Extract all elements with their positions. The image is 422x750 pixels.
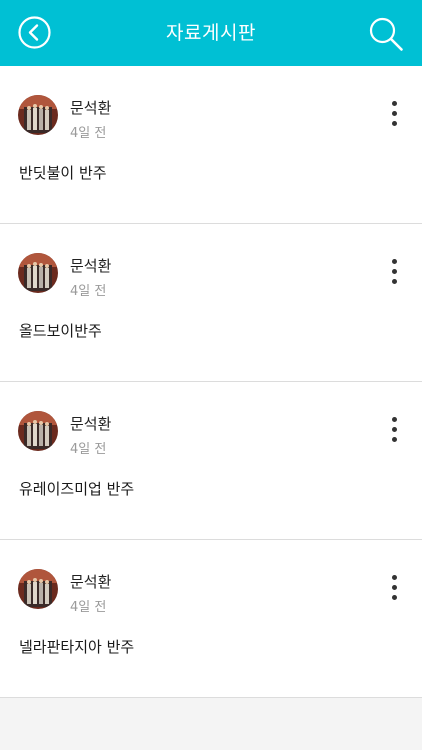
avatar[interactable] [18,411,58,451]
avatar[interactable] [18,569,58,609]
post-title[interactable]: 유레이즈미업 반주 [19,478,134,499]
author-name: 문석환 [70,573,112,591]
more-button[interactable] [384,415,406,445]
author-name: 문석환 [70,99,112,117]
search-button[interactable] [368,16,404,52]
avatar[interactable] [18,253,58,293]
author-name: 문석환 [70,415,112,433]
avatar[interactable] [18,95,58,135]
post-list: 문석환 4일 전 반딧불이 반주 문석환 4일 전 올드보이반주 문석환 4일 … [0,66,422,698]
more-vertical-icon [392,259,397,264]
post-title[interactable]: 넬라판타지아 반주 [19,636,134,657]
more-button[interactable] [384,573,406,603]
post-card[interactable]: 문석환 4일 전 반딧불이 반주 [0,66,422,224]
author-name: 문석환 [70,257,112,275]
post-card[interactable]: 문석환 4일 전 올드보이반주 [0,224,422,382]
more-vertical-icon [392,417,397,422]
more-vertical-icon [392,575,397,580]
app-header: 자료게시판 [0,0,422,66]
search-icon [369,17,403,51]
post-title[interactable]: 올드보이반주 [19,320,102,341]
post-title[interactable]: 반딧불이 반주 [19,162,107,183]
more-button[interactable] [384,99,406,129]
page-title: 자료게시판 [166,22,256,44]
user-avatar-photo [18,569,58,609]
more-vertical-icon [392,101,397,106]
post-time: 4일 전 [70,126,107,141]
post-time: 4일 전 [70,600,107,615]
post-time: 4일 전 [70,284,107,299]
post-time: 4일 전 [70,442,107,457]
post-card[interactable]: 문석환 4일 전 넬라판타지아 반주 [0,540,422,698]
user-avatar-photo [18,95,58,135]
user-avatar-photo [18,253,58,293]
post-card[interactable]: 문석환 4일 전 유레이즈미업 반주 [0,382,422,540]
user-avatar-photo [18,411,58,451]
more-button[interactable] [384,257,406,287]
